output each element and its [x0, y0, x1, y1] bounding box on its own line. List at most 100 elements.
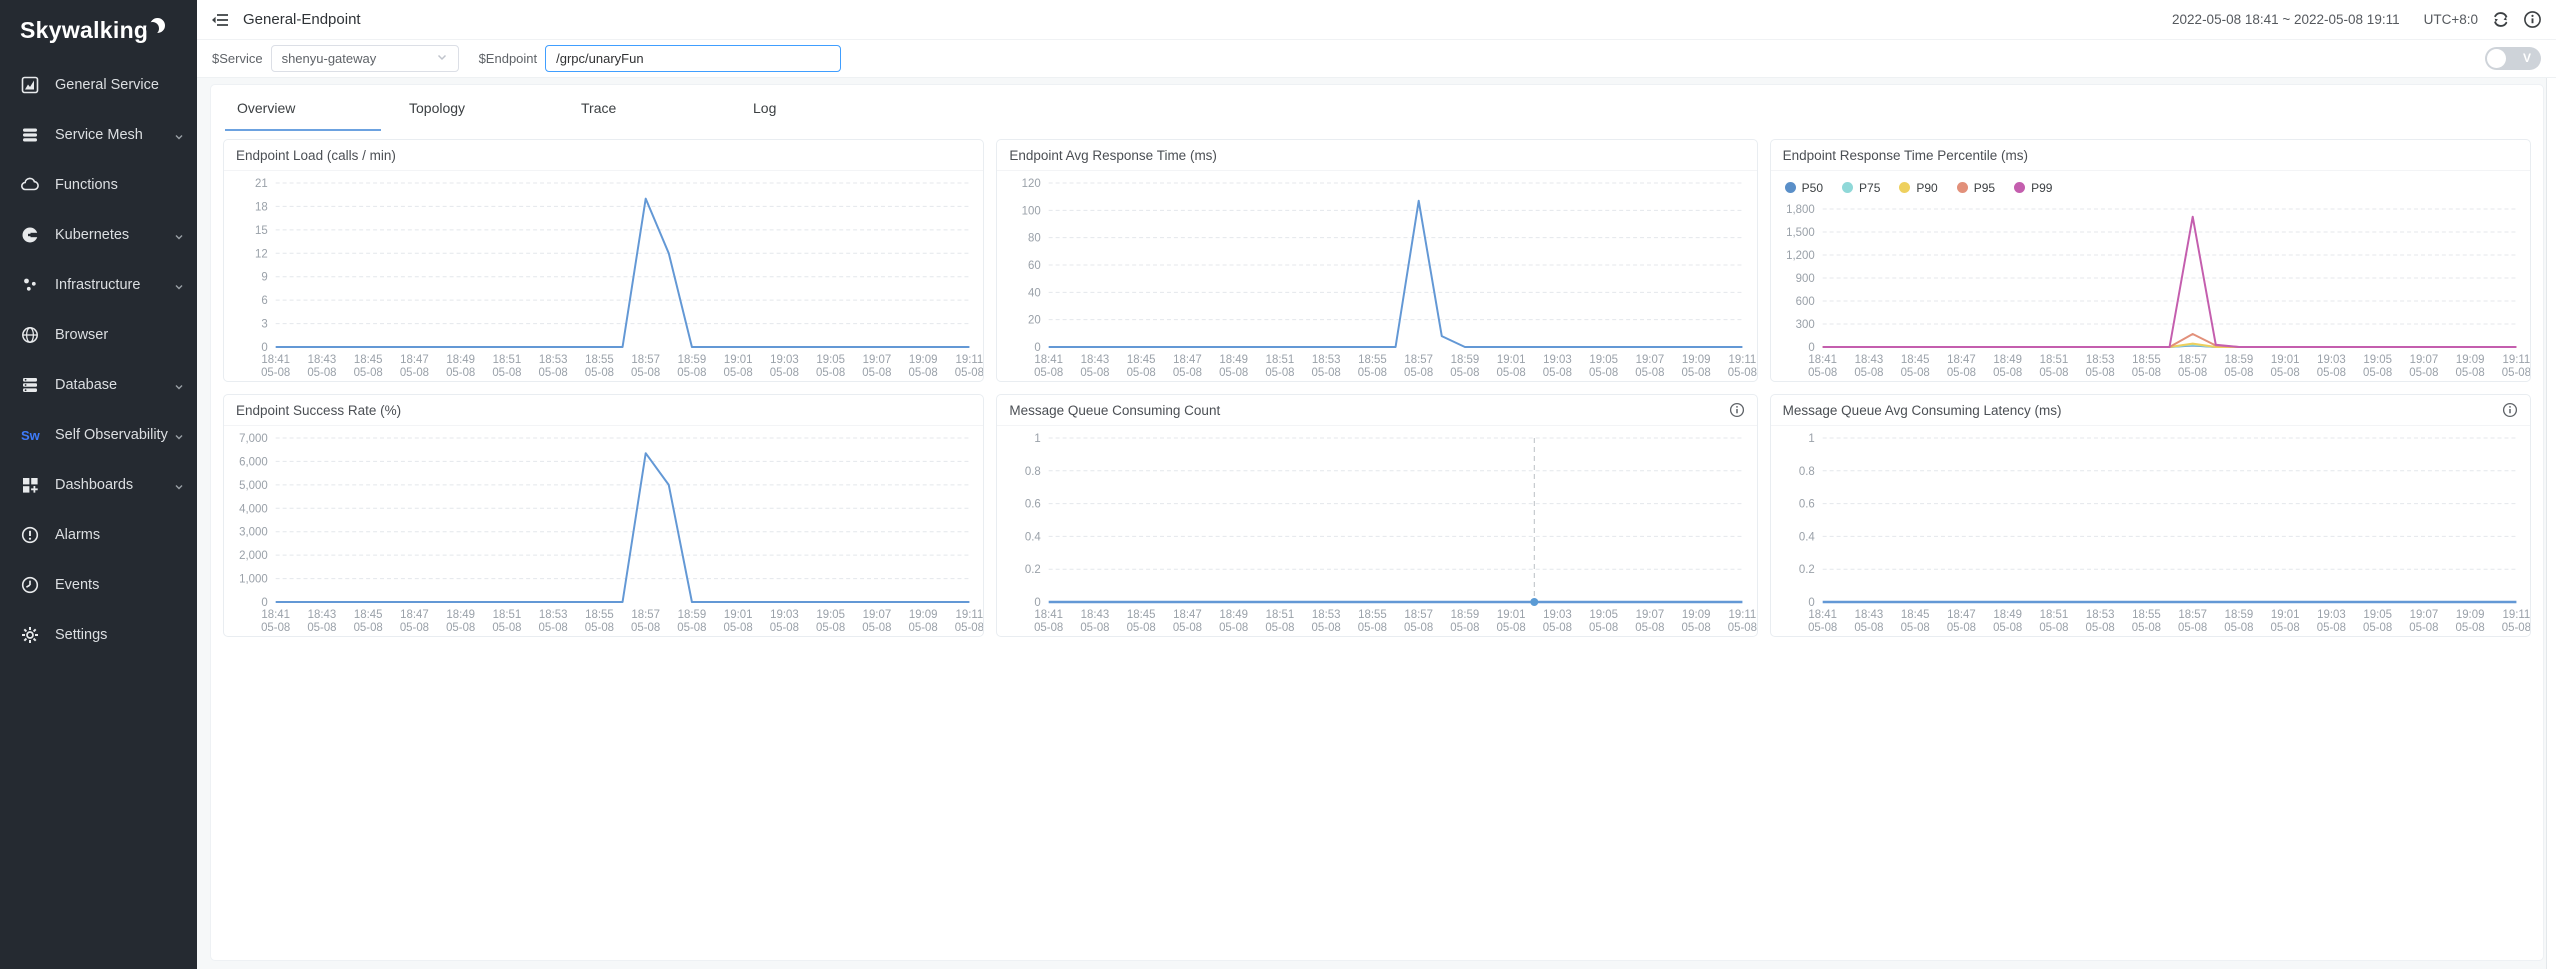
svg-text:19:05: 19:05	[1590, 354, 1619, 366]
svg-text:300: 300	[1795, 319, 1814, 331]
svg-text:19:03: 19:03	[770, 354, 799, 366]
tab-topology[interactable]: Topology	[397, 85, 569, 131]
chart-card-response-time-percentile: Endpoint Response Time Percentile (ms) P…	[1770, 139, 2531, 382]
svg-text:05-08: 05-08	[770, 622, 799, 634]
sidebar-item-self-observability[interactable]: Sw Self Observability	[0, 410, 197, 460]
svg-text:1,500: 1,500	[1786, 227, 1815, 239]
time-range[interactable]: 2022-05-08 18:41 ~ 2022-05-08 19:11	[2172, 12, 2400, 27]
sidebar-item-alarms[interactable]: Alarms	[0, 510, 197, 560]
svg-text:1: 1	[1035, 433, 1041, 445]
chevron-down-icon	[174, 430, 184, 446]
svg-text:05-08: 05-08	[1682, 367, 1711, 379]
service-select[interactable]: shenyu-gateway	[271, 45, 459, 72]
svg-text:18:57: 18:57	[631, 609, 660, 621]
svg-text:05-08: 05-08	[1497, 622, 1526, 634]
collapse-sidebar-icon[interactable]	[211, 12, 230, 28]
chart-title: Endpoint Avg Response Time (ms)	[1009, 148, 1217, 163]
legend-item[interactable]: P90	[1899, 181, 1937, 195]
svg-text:05-08: 05-08	[1497, 367, 1526, 379]
svg-text:05-08: 05-08	[1081, 622, 1110, 634]
sidebar-item-browser[interactable]: Browser	[0, 310, 197, 360]
svg-text:19:07: 19:07	[863, 354, 892, 366]
svg-text:05-08: 05-08	[1808, 622, 1837, 634]
svg-text:3,000: 3,000	[239, 527, 268, 539]
svg-text:18:55: 18:55	[1358, 354, 1387, 366]
sidebar-item-general-service[interactable]: General Service	[0, 60, 197, 110]
svg-text:05-08: 05-08	[2270, 622, 2299, 634]
info-icon[interactable]	[1729, 402, 1745, 418]
sidebar-item-events[interactable]: Events	[0, 560, 197, 610]
chart-card-mq-consuming-latency: Message Queue Avg Consuming Latency (ms)…	[1770, 394, 2531, 637]
legend-item[interactable]: P75	[1842, 181, 1880, 195]
svg-text:4,000: 4,000	[239, 503, 268, 515]
service-select-value: shenyu-gateway	[282, 51, 377, 66]
svg-text:05-08: 05-08	[2363, 622, 2392, 634]
tab-trace[interactable]: Trace	[569, 85, 741, 131]
svg-text:18:43: 18:43	[308, 609, 337, 621]
svg-text:18:57: 18:57	[1405, 354, 1434, 366]
svg-text:19:05: 19:05	[816, 609, 845, 621]
chart-canvas[interactable]: 00.20.40.60.8118:4105-0818:4305-0818:450…	[1771, 426, 2530, 636]
svg-text:18:47: 18:47	[400, 354, 429, 366]
endpoint-input[interactable]	[545, 45, 841, 72]
chart-legend[interactable]: P50 P75 P90 P95 P99	[1771, 171, 2530, 197]
chart-canvas[interactable]: 02040608010012018:4105-0818:4305-0818:45…	[997, 171, 1756, 381]
svg-text:05-08: 05-08	[2316, 367, 2345, 379]
tab-log[interactable]: Log	[741, 85, 913, 131]
svg-text:18:59: 18:59	[2224, 609, 2253, 621]
chart-canvas[interactable]: 03006009001,2001,5001,80018:4105-0818:43…	[1771, 197, 2530, 381]
svg-text:05-08: 05-08	[1127, 622, 1156, 634]
tab-overview[interactable]: Overview	[225, 85, 397, 131]
refresh-icon[interactable]	[2491, 10, 2510, 29]
svg-text:05-08: 05-08	[1543, 622, 1572, 634]
svg-text:05-08: 05-08	[307, 367, 336, 379]
chart-canvas[interactable]: 03691215182118:4105-0818:4305-0818:4505-…	[224, 171, 983, 381]
sidebar-item-dashboards[interactable]: Dashboards	[0, 460, 197, 510]
svg-text:05-08: 05-08	[862, 622, 891, 634]
sidebar-item-label: Dashboards	[55, 477, 133, 493]
scrollbar[interactable]	[2546, 78, 2556, 969]
svg-text:18:45: 18:45	[1127, 609, 1156, 621]
svg-text:19:01: 19:01	[2271, 354, 2300, 366]
svg-text:18:43: 18:43	[1081, 609, 1110, 621]
svg-text:18:49: 18:49	[1220, 609, 1249, 621]
sidebar-item-database[interactable]: Database	[0, 360, 197, 410]
toggle-label: V	[2523, 47, 2531, 70]
legend-label: P50	[1802, 181, 1823, 195]
svg-text:05-08: 05-08	[2085, 367, 2114, 379]
svg-text:05-08: 05-08	[1854, 622, 1883, 634]
chart-canvas[interactable]: 00.20.40.60.8118:4105-0818:4305-0818:450…	[997, 426, 1756, 636]
sidebar-item-kubernetes[interactable]: Kubernetes	[0, 210, 197, 260]
legend-item[interactable]: P50	[1785, 181, 1823, 195]
svg-text:18:53: 18:53	[2086, 354, 2115, 366]
sidebar-item-label: Settings	[55, 627, 107, 643]
svg-text:05-08: 05-08	[631, 622, 660, 634]
svg-text:05-08: 05-08	[1358, 367, 1387, 379]
sidebar-item-infrastructure[interactable]: Infrastructure	[0, 260, 197, 310]
legend-item[interactable]: P95	[1957, 181, 1995, 195]
main-area: General-Endpoint 2022-05-08 18:41 ~ 2022…	[197, 0, 2556, 969]
svg-text:19:09: 19:09	[909, 609, 938, 621]
skywalking-icon: Sw	[20, 425, 40, 445]
svg-text:18:51: 18:51	[1266, 354, 1295, 366]
info-icon[interactable]	[2502, 402, 2518, 418]
svg-text:05-08: 05-08	[2501, 367, 2530, 379]
chevron-down-icon	[174, 130, 184, 146]
info-icon[interactable]	[2523, 10, 2542, 29]
legend-label: P75	[1859, 181, 1880, 195]
svg-text:0.8: 0.8	[1025, 466, 1041, 478]
sidebar-item-service-mesh[interactable]: Service Mesh	[0, 110, 197, 160]
dots-icon	[20, 275, 40, 295]
svg-text:19:07: 19:07	[2409, 609, 2438, 621]
legend-item[interactable]: P99	[2014, 181, 2052, 195]
chart-canvas[interactable]: 01,0002,0003,0004,0005,0006,0007,00018:4…	[224, 426, 983, 636]
sidebar-item-settings[interactable]: Settings	[0, 610, 197, 660]
sidebar-item-functions[interactable]: Functions	[0, 160, 197, 210]
svg-text:18:55: 18:55	[1358, 609, 1387, 621]
svg-text:05-08: 05-08	[1728, 367, 1757, 379]
view-toggle[interactable]: V	[2485, 47, 2541, 70]
bar-chart-icon	[20, 75, 40, 95]
svg-text:600: 600	[1795, 296, 1814, 308]
timezone[interactable]: UTC+8:0	[2424, 12, 2478, 27]
legend-label: P95	[1974, 181, 1995, 195]
